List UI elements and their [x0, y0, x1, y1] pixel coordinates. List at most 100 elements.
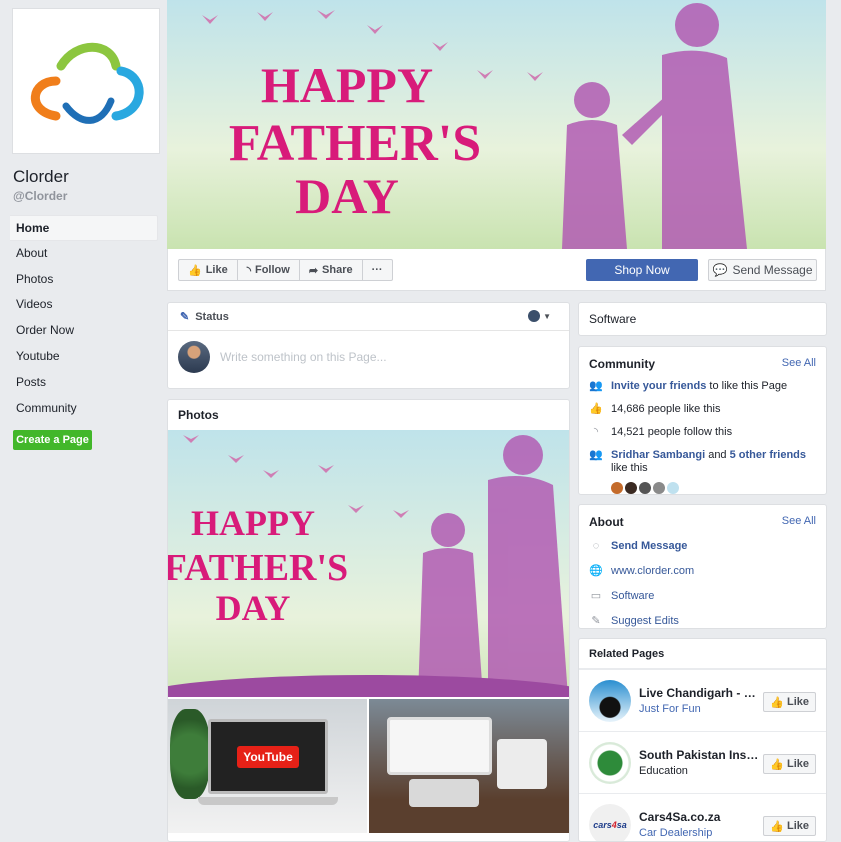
about-see-all[interactable]: See All: [782, 515, 816, 529]
status-label: Status: [195, 310, 229, 323]
share-button[interactable]: ➦ Share: [300, 260, 363, 280]
pos-stand: [409, 779, 479, 807]
thumbs-up-icon: 👍: [589, 403, 603, 415]
people-icon: 👥: [589, 449, 603, 461]
invite-friends-link[interactable]: Invite your friends: [611, 380, 706, 392]
related-page-name[interactable]: South Pakistan Institut...: [639, 748, 761, 762]
photo-laptop[interactable]: YouTube: [168, 699, 367, 833]
friend-and: and: [705, 449, 730, 461]
friends-row: 👥 Sridhar Sambangi and 5 other friends l…: [579, 444, 826, 480]
likes-row: 👍 14,686 people like this: [579, 398, 826, 421]
photo-main[interactable]: HAPPY FATHER'S DAY: [168, 430, 569, 719]
friend-avatar[interactable]: [611, 482, 623, 494]
related-page-row[interactable]: cars4sa Cars4Sa.co.za Car Dealership 👍 Li…: [579, 793, 826, 841]
related-page-row[interactable]: South Pakistan Institut... Education 👍Li…: [579, 731, 826, 793]
photo-text-day: DAY: [216, 588, 291, 628]
nav-item-order-now[interactable]: Order Now: [10, 318, 158, 344]
shop-now-button[interactable]: Shop Now: [586, 259, 698, 281]
page-handle[interactable]: @Clorder: [13, 189, 67, 203]
related-page-category[interactable]: Just For Fun: [639, 703, 761, 715]
page-actions-group: 👍 Like ◝ Follow ➦ Share ···: [178, 259, 393, 281]
messenger-icon: 💬: [712, 263, 728, 277]
related-page-avatar[interactable]: [589, 679, 631, 722]
photo-pos-terminal[interactable]: [369, 699, 569, 833]
send-message-button[interactable]: 💬 Send Message: [708, 259, 817, 281]
share-label: Share: [322, 264, 353, 276]
friend-avatar[interactable]: [667, 482, 679, 494]
thumbs-up-icon: 👍: [770, 758, 784, 771]
community-card: Community See All 👥 Invite your friends …: [578, 346, 827, 495]
related-page-row[interactable]: Live Chandigarh - Liv... Just For Fun 👍 L…: [579, 669, 826, 731]
page-logo[interactable]: [12, 8, 160, 154]
friend-avatars: [579, 482, 826, 494]
nav-item-posts[interactable]: Posts: [10, 370, 158, 396]
messenger-icon: ◌: [592, 540, 600, 552]
related-like-button[interactable]: 👍 Like: [763, 692, 816, 712]
photos-title[interactable]: Photos: [168, 400, 569, 430]
thumbs-up-icon: 👍: [188, 264, 202, 277]
follows-row: ◝ 14,521 people follow this: [579, 421, 826, 444]
about-category-row: ▭ Software: [579, 583, 826, 608]
related-like-button[interactable]: 👍 Like: [763, 754, 816, 774]
community-see-all[interactable]: See All: [782, 357, 816, 371]
status-input[interactable]: Write something on this Page...: [220, 350, 387, 364]
about-message-row: ◌ Send Message: [579, 533, 826, 558]
about-card: About See All ◌ Send Message 🌐 www.clord…: [578, 504, 827, 629]
fathers-day-photo: HAPPY FATHER'S DAY: [168, 430, 569, 719]
nav-item-videos[interactable]: Videos: [10, 292, 158, 318]
nav-item-youtube[interactable]: Youtube: [10, 344, 158, 370]
website-link[interactable]: www.clorder.com: [611, 565, 694, 578]
invite-rest: to like this Page: [706, 380, 788, 392]
friend-avatar[interactable]: [653, 482, 665, 494]
photos-card: Photos HAPPY FATHER'S DAY YouTube: [167, 399, 570, 842]
create-page-button[interactable]: Create a Page: [13, 430, 92, 450]
related-page-avatar[interactable]: cars4sa: [589, 803, 631, 841]
pos-printer: [497, 739, 547, 789]
nav-item-community[interactable]: Community: [10, 396, 158, 422]
related-page-name[interactable]: Live Chandigarh - Liv...: [639, 686, 761, 700]
related-page-avatar[interactable]: [589, 741, 631, 784]
follows-count: 14,521 people follow this: [611, 426, 733, 438]
like-button[interactable]: 👍 Like: [179, 260, 238, 280]
other-friends-link[interactable]: 5 other friends: [730, 449, 806, 461]
about-title: About: [589, 515, 624, 529]
pencil-icon: ✎: [180, 311, 190, 323]
nav-item-about[interactable]: About: [10, 241, 158, 267]
nav-item-photos[interactable]: Photos: [10, 267, 158, 293]
post-as-selector[interactable]: ▼: [528, 310, 551, 322]
clorder-logo-icon: [30, 42, 144, 124]
people-icon: 👥: [589, 380, 603, 392]
rss-icon: ◝: [593, 426, 599, 438]
cover-photo[interactable]: HAPPY FATHER'S DAY: [167, 0, 826, 249]
globe-icon: 🌐: [589, 565, 603, 577]
about-suggest-row: ✎ Suggest Edits: [579, 608, 826, 633]
friend-link[interactable]: Sridhar Sambangi: [611, 449, 705, 461]
action-bar: 👍 Like ◝ Follow ➦ Share ··· Shop Now 💬 Send …: [167, 249, 826, 291]
youtube-logo: YouTube: [237, 745, 299, 768]
friend-rest: like this: [611, 462, 648, 474]
category-card[interactable]: Software: [578, 302, 827, 336]
share-arrow-icon: ➦: [308, 264, 319, 277]
photo-text-happy: HAPPY: [191, 503, 315, 543]
page-name[interactable]: Clorder: [13, 167, 69, 187]
category-link[interactable]: Software: [611, 590, 654, 603]
like-label: Like: [205, 264, 228, 276]
about-send-message-link[interactable]: Send Message: [611, 540, 687, 553]
friend-avatar[interactable]: [625, 482, 637, 494]
status-tab[interactable]: ✎ Status ▼: [168, 303, 569, 331]
like-label: Like: [786, 696, 809, 708]
more-button[interactable]: ···: [363, 260, 392, 280]
friend-avatar[interactable]: [639, 482, 651, 494]
cover-text-fathers: FATHER'S: [229, 115, 481, 172]
follow-button[interactable]: ◝ Follow: [238, 260, 300, 280]
related-like-button[interactable]: 👍 Like: [763, 816, 816, 836]
community-title: Community: [589, 357, 655, 371]
nav-item-home[interactable]: Home: [10, 215, 158, 241]
page-nav: Home About Photos Videos Order Now Youtu…: [10, 215, 158, 421]
related-page-name[interactable]: Cars4Sa.co.za: [639, 810, 761, 824]
user-avatar[interactable]: [178, 341, 210, 373]
cover-text-day: DAY: [295, 168, 399, 224]
follow-label: Follow: [254, 264, 290, 276]
suggest-edits-link[interactable]: Suggest Edits: [611, 615, 679, 628]
related-page-category[interactable]: Car Dealership: [639, 827, 761, 839]
